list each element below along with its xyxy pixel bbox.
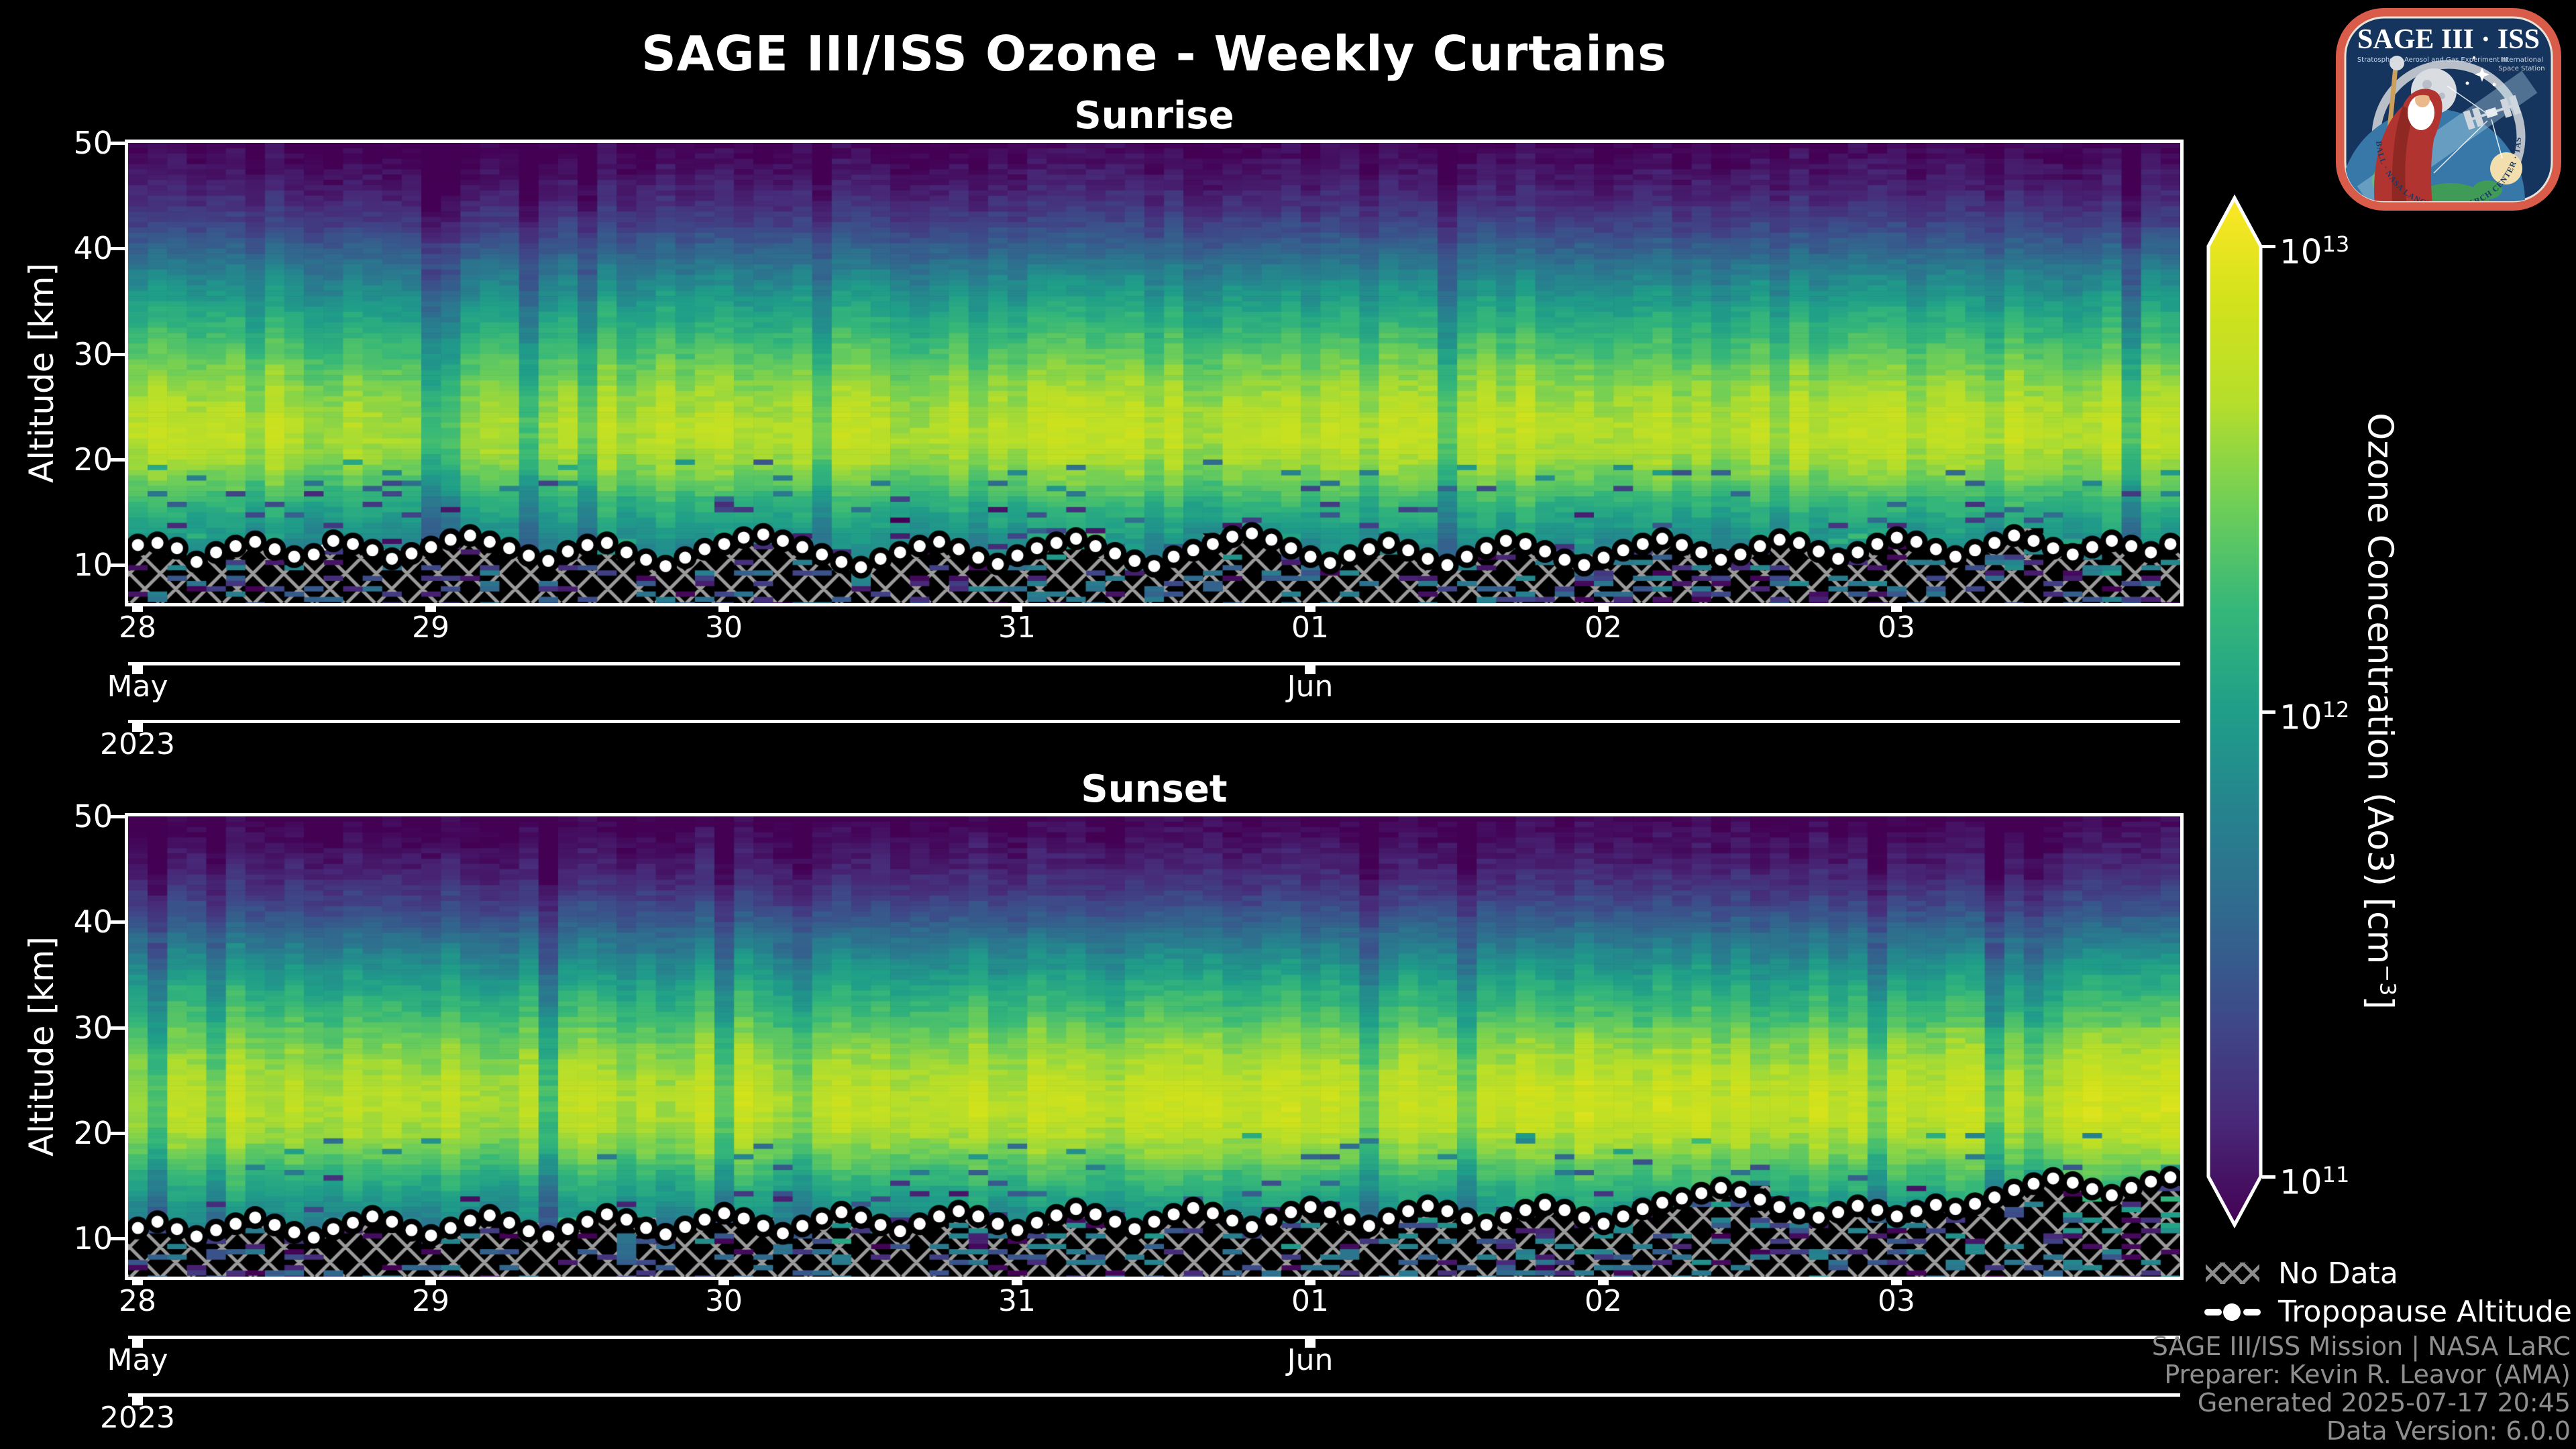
x-tick-label-day: 01 (1291, 610, 1329, 645)
x-tick-label-day: 02 (1585, 610, 1622, 645)
x-tick-label-day: 28 (119, 610, 156, 645)
tropopause-legend-dash-right (2243, 1309, 2261, 1316)
x-tick-label-day: 03 (1878, 610, 1915, 645)
x-tick-label-day: 01 (1291, 1284, 1329, 1318)
x-tick-label-day: 31 (998, 1284, 1036, 1318)
year-axis-line (128, 720, 2180, 723)
legend-no-data-label: No Data (2278, 1256, 2398, 1291)
patch-subtitle-right-2: Space Station (2498, 65, 2544, 72)
x-tick-label-day: 30 (705, 610, 743, 645)
colorbar-tick-mark (2262, 245, 2275, 248)
month-axis-line (128, 1336, 2180, 1339)
x-tick-label-day: 29 (412, 610, 449, 645)
y-tick-label: 10 (73, 1220, 113, 1257)
month-tick-label: Jun (1287, 1343, 1334, 1377)
y-axis-label-sunset: Altitude [km] (22, 936, 61, 1157)
page-title: SAGE III/ISS Ozone - Weekly Curtains (641, 25, 1668, 82)
panel-title-sunrise: Sunrise (1074, 94, 1234, 138)
colorbar (2206, 194, 2263, 1229)
no-data-hatch-swatch (2206, 1263, 2259, 1284)
patch-subtitle-left: Stratospheric Aerosol and Gas Experiment… (2357, 56, 2508, 64)
sunset-heatmap-canvas (128, 816, 2180, 1277)
credit-line-mission: SAGE III/ISS Mission | NASA LaRC (2151, 1332, 2571, 1361)
x-tick-label-day: 28 (119, 1284, 156, 1318)
colorbar-tick-exponent: 12 (2322, 696, 2350, 722)
colorbar-tick-label: 1011 (2279, 1155, 2349, 1203)
colorbar-tick-label: 1012 (2279, 690, 2349, 738)
mission-patch-logo: BALL · NASA LANGLEY RESEARCH CENTER · TA… (2336, 8, 2561, 211)
x-tick-label-day: 02 (1585, 1284, 1622, 1318)
colorbar-axis-label: Ozone Concentration (Ao3) [cm−3] (2359, 413, 2400, 1010)
patch-title: SAGE III · ISS (2357, 24, 2540, 55)
credit-line-preparer: Preparer: Kevin R. Leavor (AMA) (2164, 1360, 2571, 1389)
colorbar-tick-mark (2262, 710, 2275, 714)
y-tick-label: 40 (73, 904, 113, 941)
credit-line-version: Data Version: 6.0.0 (2326, 1416, 2571, 1446)
colorbar-tick-mark (2262, 1175, 2275, 1179)
year-axis-line (128, 1393, 2180, 1397)
colorbar-gradient-arrow (2206, 194, 2263, 1229)
colorbar-tick-label: 1013 (2279, 224, 2349, 272)
month-tick-label: Jun (1287, 669, 1334, 704)
colorbar-tick-base: 10 (2279, 232, 2322, 272)
credits-block: SAGE III/ISS Mission | NASA LaRC Prepare… (2152, 1332, 2571, 1445)
colorbar-tick-base: 10 (2279, 698, 2322, 737)
colorbar-label-sup: −3 (2375, 964, 2401, 996)
tropopause-legend-dash-left (2204, 1309, 2222, 1316)
y-tick-label: 50 (73, 798, 113, 835)
colorbar-label-text: Ozone Concentration (Ao3) [cm (2359, 413, 2400, 965)
y-tick-label: 50 (73, 125, 113, 161)
month-tick-label: May (107, 669, 168, 704)
colorbar-tick-exponent: 11 (2322, 1162, 2350, 1187)
month-axis-line (128, 662, 2180, 665)
tropopause-legend-marker (2223, 1303, 2241, 1321)
colorbar-tick-exponent: 13 (2322, 231, 2350, 257)
legend-tropopause-label: Tropopause Altitude (2278, 1295, 2573, 1329)
x-tick-label-day: 30 (705, 1284, 743, 1318)
sunrise-heatmap-canvas (128, 143, 2180, 603)
y-tick-label: 40 (73, 230, 113, 267)
patch-subtitle-right-1: International (2500, 56, 2543, 64)
colorbar-label-end: ] (2359, 996, 2400, 1010)
y-tick-label: 10 (73, 547, 113, 584)
panel-title-sunset: Sunset (1081, 767, 1228, 811)
x-tick-label-day: 29 (412, 1284, 449, 1318)
figure-canvas: SAGE III/ISS Ozone - Weekly Curtains Sun… (0, 0, 2576, 1449)
credit-line-generated: Generated 2025-07-17 20:45 (2197, 1388, 2571, 1417)
y-axis-label-sunrise: Altitude [km] (22, 263, 61, 483)
x-tick-label-day: 03 (1878, 1284, 1915, 1318)
month-tick-label: May (107, 1343, 168, 1377)
year-tick-label: 2023 (100, 1401, 175, 1435)
year-tick-label: 2023 (100, 727, 175, 761)
x-tick-label-day: 31 (998, 610, 1036, 645)
colorbar-tick-base: 10 (2279, 1163, 2322, 1202)
